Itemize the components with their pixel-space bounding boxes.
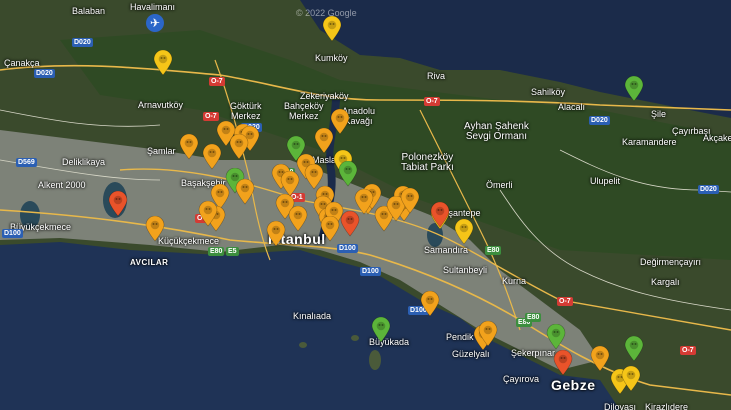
road-shield: D020	[72, 38, 93, 47]
place-label: Polonezköy Tabiat Parkı	[401, 152, 454, 173]
place-label: Alacalı	[558, 102, 586, 112]
place-label: Zekeriyaköy	[300, 91, 349, 101]
airport-icon: ✈	[146, 14, 164, 32]
aqi-marker-green[interactable]	[546, 323, 566, 350]
place-label: Ömerli	[486, 180, 513, 190]
aqi-marker-red[interactable]	[108, 190, 128, 217]
place-label: Sultanbeyli	[443, 265, 488, 275]
aqi-marker-red[interactable]	[553, 349, 573, 376]
road-shield: D100	[360, 267, 381, 276]
place-label: Arnavutköy	[138, 100, 184, 110]
aqi-marker-green[interactable]	[624, 75, 644, 102]
aqi-marker-green[interactable]	[371, 316, 391, 343]
aqi-marker-green[interactable]	[624, 335, 644, 362]
aqi-marker-yellow[interactable]	[322, 15, 342, 42]
aqi-marker-orange[interactable]	[354, 188, 374, 215]
city-label: Gebze	[551, 377, 596, 393]
aqi-marker-orange[interactable]	[478, 320, 498, 347]
aqi-marker-orange[interactable]	[235, 178, 255, 205]
aqi-marker-orange[interactable]	[314, 127, 334, 154]
aqi-marker-red[interactable]	[430, 201, 450, 228]
road-shield: D020	[34, 69, 55, 78]
aqi-marker-orange[interactable]	[590, 345, 610, 372]
aqi-marker-orange[interactable]	[198, 200, 218, 227]
aqi-marker-yellow[interactable]	[153, 49, 173, 76]
place-label: Kınalıada	[293, 311, 332, 321]
place-label: Şile	[651, 109, 667, 119]
place-label: Çayırova	[503, 374, 540, 384]
road-shield: O-7	[557, 297, 573, 306]
road-shield: D569	[16, 158, 37, 167]
place-label: Küçükçekmece	[158, 236, 220, 246]
aqi-marker-green[interactable]	[338, 160, 358, 187]
place-label: Akçakese	[703, 133, 731, 143]
map-view[interactable]: © 2022 Google ✈ Balaban Havalimanı Kumkö…	[0, 0, 731, 410]
aqi-marker-yellow[interactable]	[621, 365, 641, 392]
aqi-marker-orange[interactable]	[400, 187, 420, 214]
place-label: Alkent 2000	[38, 180, 86, 190]
place-label: Değirmençayırı	[640, 257, 702, 267]
place-label: Bahçeköy Merkez	[284, 101, 324, 121]
place-label: Riva	[427, 71, 446, 81]
place-label: Deliklikaya	[62, 157, 106, 167]
place-label: Karamandere	[622, 137, 677, 147]
road-shield: E80	[208, 247, 225, 256]
road-shield: O-7	[424, 97, 440, 106]
road-shield: D020	[589, 116, 610, 125]
aqi-marker-orange[interactable]	[145, 215, 165, 242]
place-label: Balaban	[72, 6, 106, 16]
place-label: Havalimanı	[130, 2, 176, 12]
road-shield: D100	[2, 229, 23, 238]
place-label: Kirazlıdere	[645, 402, 689, 410]
place-label: Kurna	[502, 276, 527, 286]
place-label: Kumköy	[315, 53, 348, 63]
aqi-marker-yellow[interactable]	[454, 218, 474, 245]
place-label: Ulupelit	[590, 176, 621, 186]
aqi-marker-orange[interactable]	[266, 220, 286, 247]
road-shield: E5	[226, 247, 239, 256]
road-shield: O-7	[209, 77, 225, 86]
aqi-marker-orange[interactable]	[280, 170, 300, 197]
place-label: Çanakça	[4, 58, 40, 68]
road-shield: O-7	[680, 346, 696, 355]
place-label: Dilovası	[604, 402, 637, 410]
place-label: Pendik	[446, 332, 474, 342]
place-label: Ayhan Şahenk Sevgi Ormanı	[464, 121, 529, 142]
road-shield: O-7	[203, 112, 219, 121]
aqi-marker-orange[interactable]	[420, 290, 440, 317]
place-label: AVCILAR	[130, 258, 169, 267]
aqi-marker-orange[interactable]	[229, 133, 249, 160]
place-label: Sahilköy	[531, 87, 566, 97]
aqi-marker-orange[interactable]	[320, 215, 340, 242]
aqi-marker-orange[interactable]	[288, 205, 308, 232]
road-shield: E80	[525, 313, 542, 322]
road-shield: E80	[485, 246, 502, 255]
place-label: Samandıra	[424, 245, 469, 255]
aqi-marker-orange[interactable]	[202, 143, 222, 170]
place-label: Göktürk Merkez	[230, 101, 262, 121]
place-label: Şamlar	[147, 146, 176, 156]
road-shield: D100	[337, 244, 358, 253]
road-shield: D020	[698, 185, 719, 194]
place-label: Kargalı	[651, 277, 680, 287]
aqi-marker-orange[interactable]	[179, 133, 199, 160]
